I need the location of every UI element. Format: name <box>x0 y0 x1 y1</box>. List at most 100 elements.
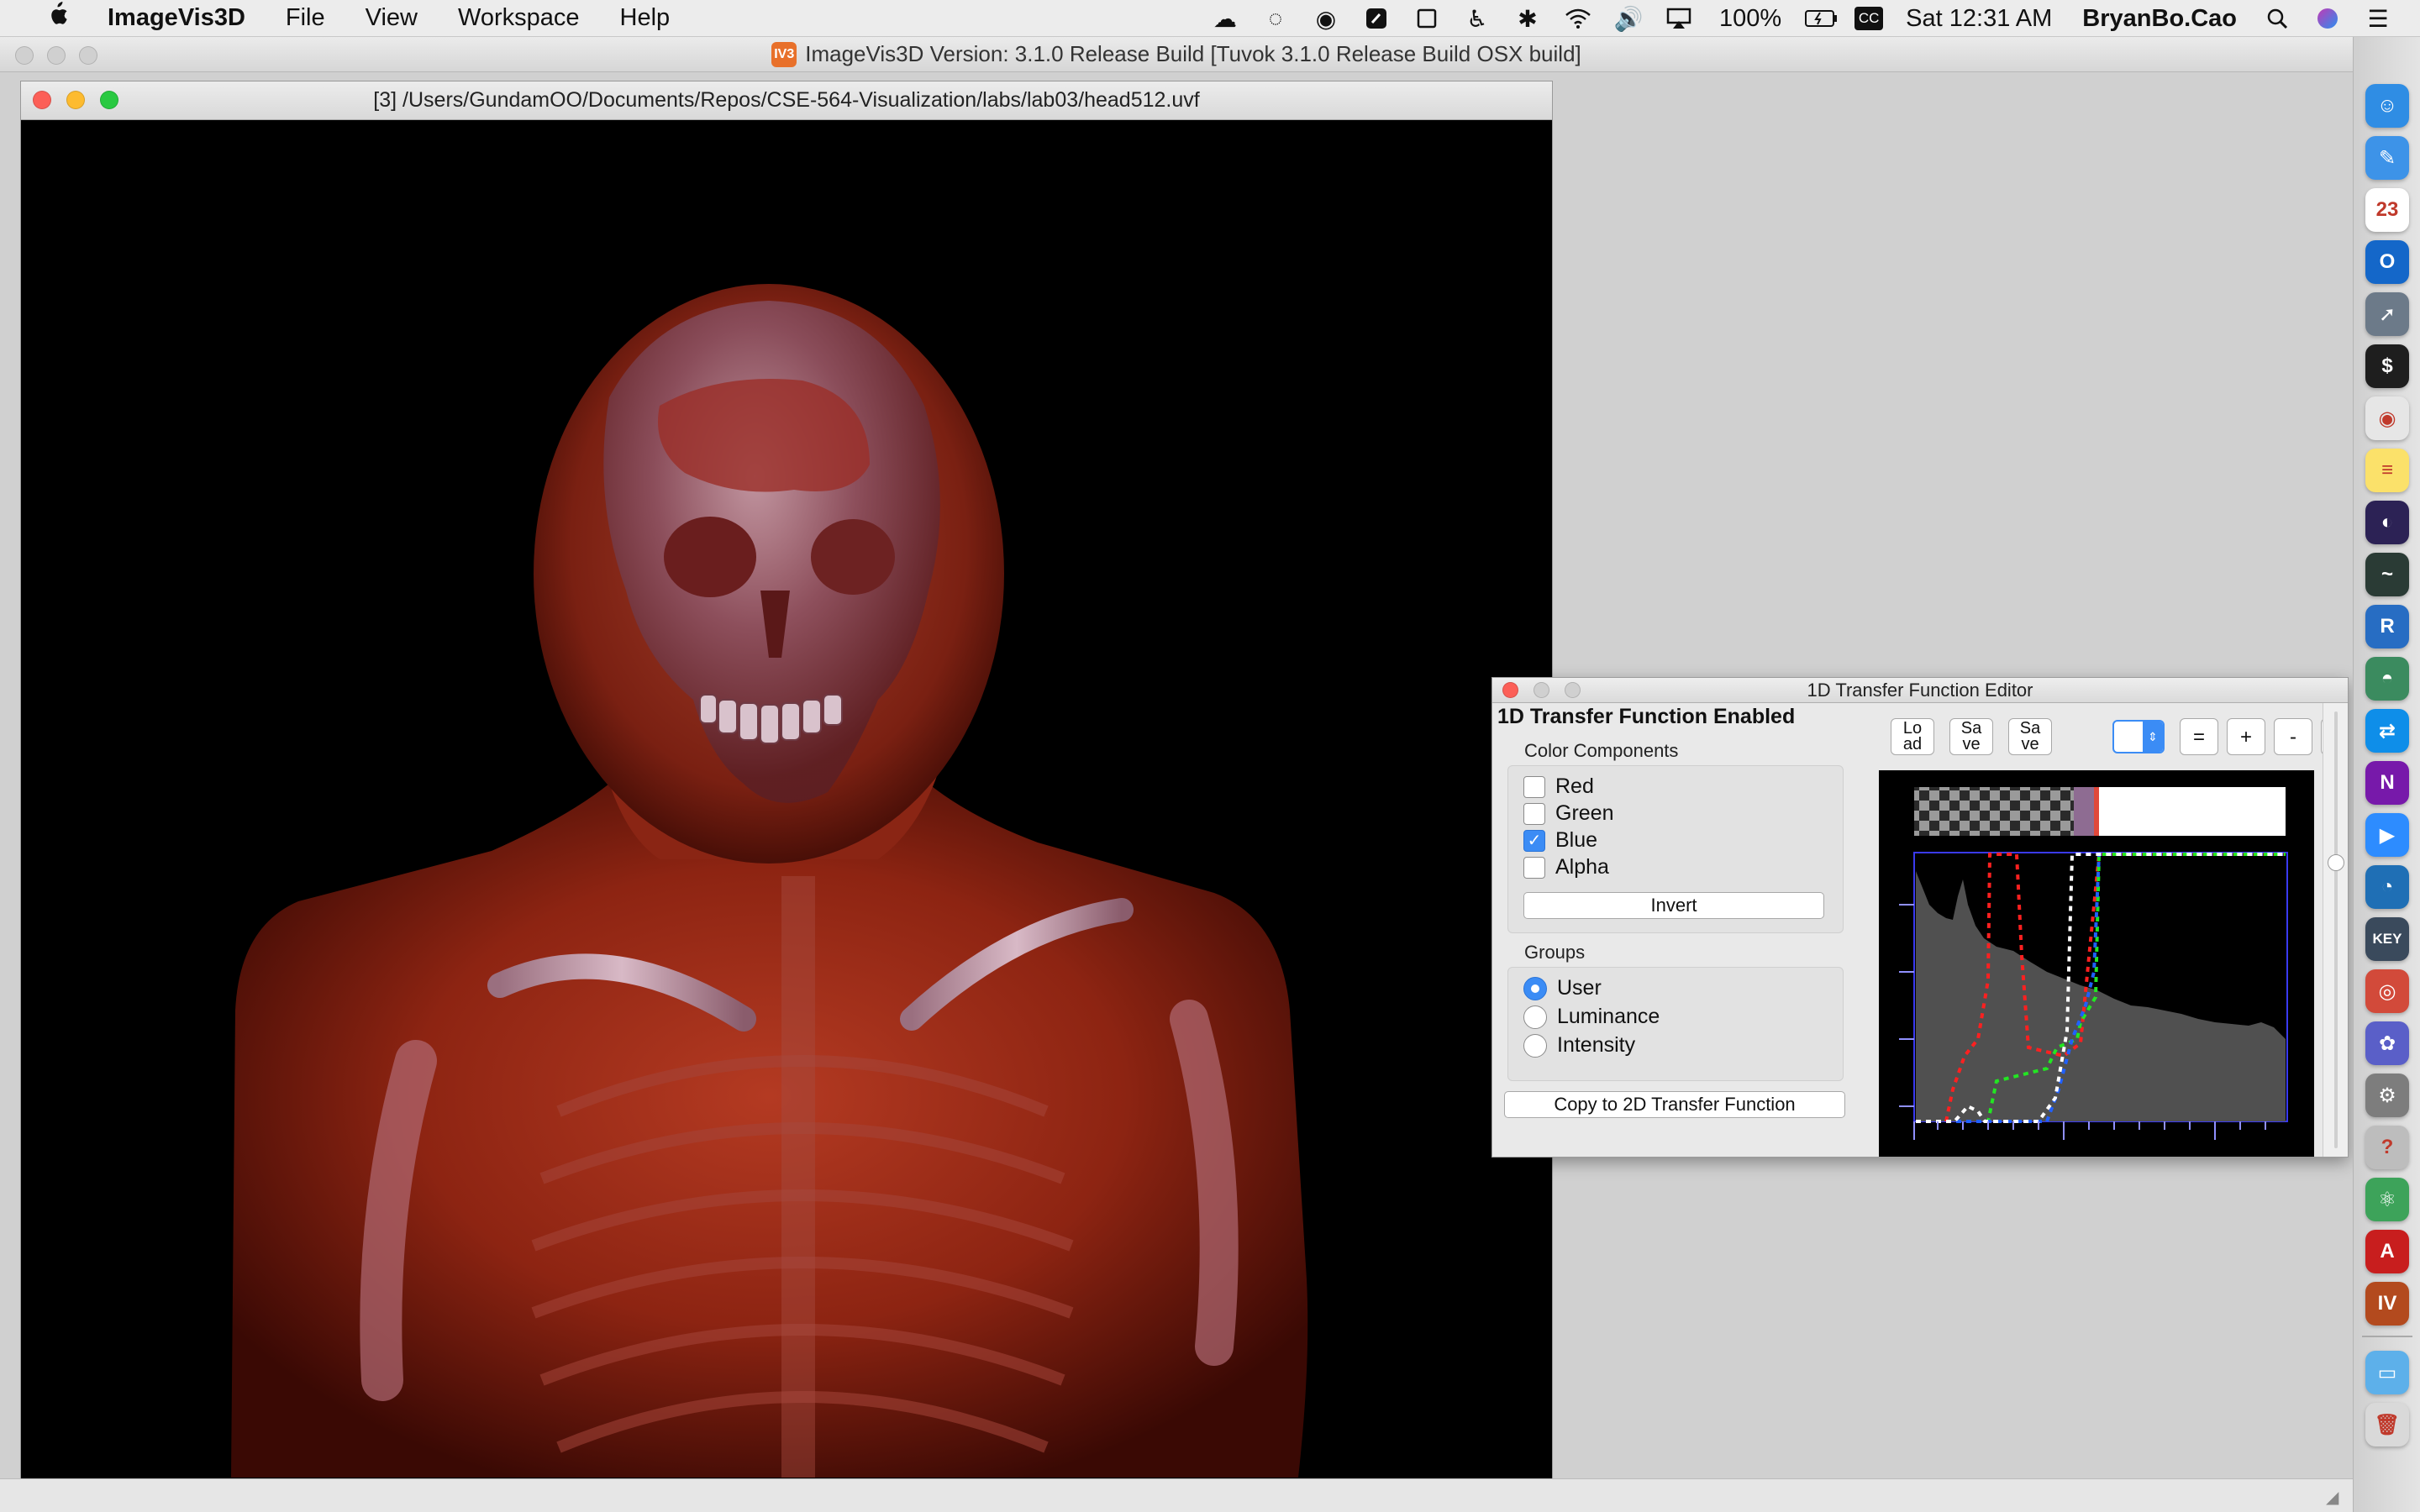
tf-graph-panel: Lo ad Sa ve Sa ve ⇕ = + - ... <box>1879 703 2348 1157</box>
onenote-icon[interactable]: N <box>2365 761 2409 805</box>
menu-file[interactable]: File <box>286 4 325 32</box>
checkbox-alpha-box[interactable] <box>1523 856 1545 879</box>
zoom-button[interactable] <box>79 46 97 65</box>
wifi-icon[interactable] <box>1560 4 1596 33</box>
clock[interactable]: Sat 12:31 AM <box>1906 5 2052 33</box>
checkbox-green[interactable]: Green <box>1523 801 1613 826</box>
notes-icon[interactable]: ≡ <box>2365 449 2409 492</box>
accessibility-icon[interactable]: ♿ <box>1460 4 1495 33</box>
volume-render-viewport[interactable] <box>21 120 1552 1478</box>
render-zoom-button[interactable] <box>100 91 118 109</box>
activity-monitor-icon[interactable]: ~ <box>2365 553 2409 596</box>
y-axis-ticks <box>1899 904 1914 1107</box>
dock: ☺ ✎ 23 O ➚ $ ◉ ≡ ◐ ~ R ◓ ⇄ N ▶ ◔ KEY ◎ ✿ ⚙? ⚛ A IV ▭ 🗑 <box>2353 37 2420 1512</box>
invert-button[interactable]: Invert <box>1523 892 1824 919</box>
save-as-button[interactable]: Sa ve <box>2008 718 2052 755</box>
render-window-titlebar[interactable]: [3] /Users/GundamOO/Documents/Repos/CSE-… <box>21 81 1552 120</box>
app-menu[interactable]: ImageVis3D <box>108 4 245 32</box>
menu-help[interactable]: Help <box>620 4 671 32</box>
radio-luminance-button[interactable] <box>1523 1005 1547 1029</box>
checkbox-red-box[interactable] <box>1523 775 1545 798</box>
zoom-out-button[interactable]: - <box>2274 718 2312 755</box>
system-preferences-icon[interactable]: ⚙ <box>2365 1074 2409 1117</box>
tf-slider-handle[interactable] <box>2328 854 2344 871</box>
disk-utility-icon[interactable]: ◎ <box>2365 969 2409 1013</box>
help-icon[interactable]: ? <box>2365 1126 2409 1169</box>
launchpad-icon[interactable]: ➚ <box>2365 292 2409 336</box>
browser-icon[interactable]: ◔ <box>2365 865 2409 909</box>
tf-zoom-button[interactable] <box>1565 682 1581 698</box>
trash-icon[interactable]: 🗑 <box>2365 1403 2409 1446</box>
webstorm-icon[interactable]: ◓ <box>2365 657 2409 701</box>
zoom-icon[interactable]: ▶ <box>2365 813 2409 857</box>
creative-cloud-icon[interactable]: ☁ <box>1207 4 1243 33</box>
volume-rendering-image <box>231 284 1308 1478</box>
terminal-icon[interactable]: $ <box>2365 344 2409 388</box>
evernote-icon[interactable] <box>1359 4 1394 33</box>
spotlight-search-icon[interactable] <box>2260 4 2295 33</box>
chrome-icon[interactable]: ◉ <box>2365 396 2409 440</box>
acrobat-icon[interactable]: A <box>2365 1230 2409 1273</box>
calendar-icon[interactable]: 23 <box>2365 188 2409 232</box>
checkbox-red[interactable]: Red <box>1523 774 1594 799</box>
battery-icon[interactable] <box>1804 4 1839 33</box>
imagevis3d-icon[interactable]: IV <box>2365 1282 2409 1326</box>
app-titlebar: IV3 ImageVis3D Version: 3.1.0 Release Bu… <box>0 37 2353 72</box>
menu-view[interactable]: View <box>366 4 418 32</box>
render-close-button[interactable] <box>33 91 51 109</box>
radio-luminance[interactable]: Luminance <box>1523 1005 1660 1029</box>
equalize-button[interactable]: = <box>2180 718 2218 755</box>
siri-icon[interactable] <box>2310 4 2345 33</box>
teamviewer-icon[interactable]: ⇄ <box>2365 709 2409 753</box>
imagevis3d-logo-icon: IV3 <box>771 41 797 67</box>
time-machine-icon[interactable]: ◌ <box>1258 4 1293 33</box>
checkbox-alpha[interactable]: Alpha <box>1523 855 1609 879</box>
minimize-button[interactable] <box>47 46 66 65</box>
color-preview-bar <box>1914 787 2286 836</box>
groups-label: Groups <box>1524 942 1586 963</box>
airplay-icon[interactable] <box>1661 4 1697 33</box>
radio-user[interactable]: User <box>1523 976 1602 1000</box>
tf-editor-titlebar[interactable]: 1D Transfer Function Editor <box>1492 678 2348 703</box>
safari-pen-icon[interactable]: ✎ <box>2365 136 2409 180</box>
render-window[interactable]: [3] /Users/GundamOO/Documents/Repos/CSE-… <box>20 81 1553 1512</box>
tf-vertical-slider[interactable] <box>2323 703 2348 1157</box>
keynote-icon[interactable]: KEY <box>2365 917 2409 961</box>
checkbox-blue-box[interactable]: ✓ <box>1523 829 1545 852</box>
menu-workspace[interactable]: Workspace <box>458 4 580 32</box>
checkbox-green-box[interactable] <box>1523 802 1545 825</box>
chrome-status-icon[interactable]: ◉ <box>1308 4 1344 33</box>
notification-center-icon[interactable]: ☰ <box>2360 4 2396 33</box>
render-minimize-button[interactable] <box>66 91 85 109</box>
zoom-in-button[interactable]: + <box>2227 718 2265 755</box>
tf-close-button[interactable] <box>1502 682 1518 698</box>
folder-icon[interactable]: ▭ <box>2365 1351 2409 1394</box>
outlook-icon[interactable]: O <box>2365 240 2409 284</box>
chevron-updown-icon: ⇕ <box>2143 722 2163 752</box>
radio-intensity[interactable]: Intensity <box>1523 1033 1635 1058</box>
save-button[interactable]: Sa ve <box>1949 718 1993 755</box>
color-icon[interactable]: ✿ <box>2365 1021 2409 1065</box>
resize-grip-icon[interactable]: ◢ <box>2326 1487 2346 1507</box>
checkbox-blue[interactable]: ✓ Blue <box>1523 828 1597 853</box>
user-name[interactable]: BryanBo.Cao <box>2082 5 2237 33</box>
volume-icon[interactable]: 🔊 <box>1611 4 1646 33</box>
cc-badge-icon[interactable]: CC <box>1854 7 1884 30</box>
close-button[interactable] <box>15 46 34 65</box>
tf-controls-panel: 1D Transfer Function Enabled Color Compo… <box>1492 703 1879 1157</box>
preset-select[interactable]: ⇕ <box>2112 720 2165 753</box>
copy-to-2d-button[interactable]: Copy to 2D Transfer Function <box>1504 1091 1845 1118</box>
r-icon[interactable]: R <box>2365 605 2409 648</box>
apple-menu-icon[interactable] <box>34 1 81 35</box>
radio-intensity-button[interactable] <box>1523 1033 1547 1058</box>
radio-user-button[interactable] <box>1523 976 1547 1000</box>
transfer-function-canvas[interactable] <box>1879 770 2314 1157</box>
eclipse-icon[interactable]: ◐ <box>2365 501 2409 544</box>
finder-icon[interactable]: ☺ <box>2365 84 2409 128</box>
tf-editor-window[interactable]: 1D Transfer Function Editor 1D Transfer … <box>1491 677 2349 1158</box>
window-icon[interactable] <box>1409 4 1444 33</box>
load-button[interactable]: Lo ad <box>1891 718 1934 755</box>
atom-icon[interactable]: ⚛ <box>2365 1178 2409 1221</box>
tf-minimize-button[interactable] <box>1534 682 1549 698</box>
bluetooth-icon[interactable]: ✱ <box>1510 4 1545 33</box>
